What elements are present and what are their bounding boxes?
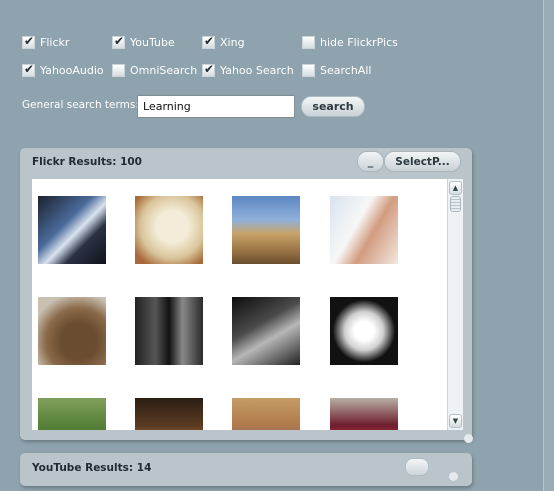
checkbox-xing[interactable]: [202, 34, 215, 49]
search-button[interactable]: search: [301, 96, 365, 117]
checkbox-flickr[interactable]: [22, 34, 35, 49]
option-omni-search[interactable]: OmniSearch: [112, 63, 197, 77]
thumb-domed-building[interactable]: [232, 196, 300, 264]
flickr-results-title: Flickr Results: 100: [32, 156, 142, 168]
option-youtube[interactable]: YouTube: [112, 34, 175, 49]
option-yahoo-search[interactable]: Yahoo Search: [202, 62, 294, 77]
option-yahoo-search-label: Yahoo Search: [220, 63, 294, 77]
thumb-group-photo[interactable]: [232, 398, 300, 430]
expand-button[interactable]: [405, 458, 429, 476]
checkbox-yahoo-search[interactable]: [202, 62, 215, 77]
option-yahoo-audio-label: YahooAudio: [40, 63, 104, 77]
thumb-red-poster[interactable]: [330, 398, 398, 430]
scroll-up-arrow-icon[interactable]: ▲: [449, 181, 462, 195]
search-input[interactable]: [137, 95, 295, 118]
option-hide-flickr-pics[interactable]: hide FlickrPics: [302, 35, 398, 49]
option-youtube-label: YouTube: [130, 35, 175, 49]
checkbox-omni-search[interactable]: [112, 63, 125, 77]
option-yahoo-audio[interactable]: YahooAudio: [22, 62, 104, 77]
right-edge-strip: [543, 0, 554, 491]
scroll-down-arrow-icon[interactable]: ▼: [449, 414, 462, 428]
vertical-scrollbar[interactable]: ▲ ▼: [447, 179, 463, 430]
resize-handle[interactable]: [449, 472, 458, 481]
option-flickr-label: Flickr: [40, 35, 70, 49]
thumb-laptop-screen[interactable]: [38, 196, 106, 264]
option-hide-flickr-pics-label: hide FlickrPics: [320, 35, 398, 49]
thumb-hand-with-paper[interactable]: [330, 196, 398, 264]
select-button[interactable]: SelectP...: [384, 151, 461, 172]
checkbox-yahoo-audio[interactable]: [22, 62, 35, 77]
thumb-dark-doorway[interactable]: [135, 297, 203, 365]
checkbox-search-all[interactable]: [302, 63, 315, 77]
flickr-results-panel: Flickr Results: 100 _ SelectP... ▲ ▼: [20, 148, 473, 443]
thumb-dim-room[interactable]: [135, 398, 203, 430]
youtube-results-panel[interactable]: YouTube Results: 14: [20, 453, 472, 486]
checkbox-youtube[interactable]: [112, 34, 125, 49]
minimize-button[interactable]: _: [357, 151, 384, 172]
option-omni-search-label: OmniSearch: [130, 63, 198, 77]
thumb-bronze-statue[interactable]: [38, 297, 106, 365]
resize-handle[interactable]: [464, 434, 473, 443]
flickr-thumbnail-grid: ▲ ▼: [32, 179, 463, 430]
thumb-white-flower[interactable]: [330, 297, 398, 365]
option-search-all[interactable]: SearchAll: [302, 63, 371, 77]
option-xing-label: Xing: [220, 35, 245, 49]
youtube-results-title: YouTube Results: 14: [32, 462, 152, 474]
scroll-thumb[interactable]: [450, 196, 461, 212]
option-flickr[interactable]: Flickr: [22, 34, 70, 49]
checkbox-hide-flickr-pics[interactable]: [302, 35, 315, 49]
option-search-all-label: SearchAll: [320, 63, 372, 77]
thumb-book-page[interactable]: [135, 196, 203, 264]
search-terms-label: General search terms:: [22, 99, 139, 111]
thumb-green-foliage[interactable]: [38, 398, 106, 430]
thumb-hands-bw[interactable]: [232, 297, 300, 365]
option-xing[interactable]: Xing: [202, 34, 245, 49]
